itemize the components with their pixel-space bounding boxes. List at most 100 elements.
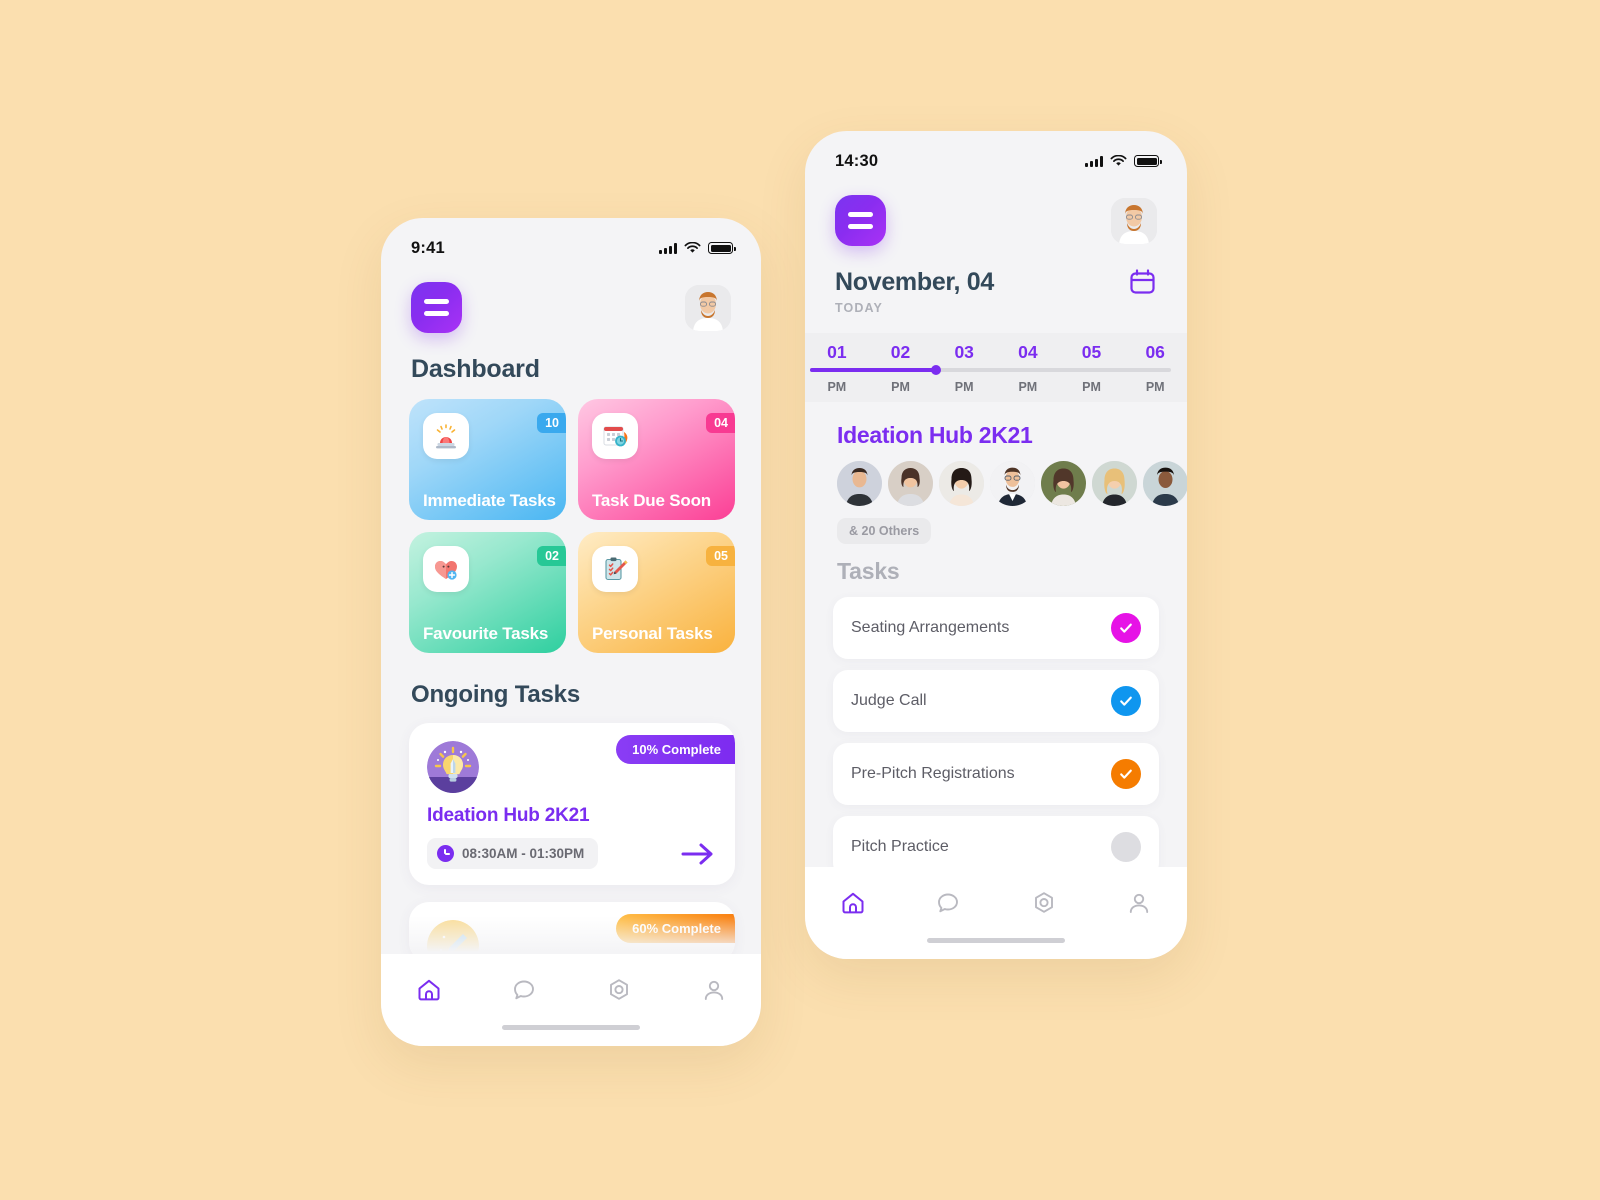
member-avatar[interactable] [888,461,933,506]
ongoing-tasks-list: 10% Complete Ideation Hub 2K21 08:30AM -… [381,709,761,963]
timeline-ampm: PM [954,380,974,394]
phone-right-project: 14:30 November, 04 TODAY 01 02 03 04 05 … [805,131,1187,959]
arrow-right-icon[interactable] [679,841,717,867]
ongoing-task-card[interactable]: 10% Complete Ideation Hub 2K21 08:30AM -… [409,723,735,886]
project-members-avatars [805,449,1187,506]
tab-profile[interactable] [1092,889,1188,917]
others-count-chip[interactable]: & 20 Others [837,518,932,544]
wifi-icon [684,242,701,253]
ongoing-tasks-title: Ongoing Tasks [411,681,580,708]
calendar-icon[interactable] [1128,268,1157,297]
member-avatar[interactable] [939,461,984,506]
avatar-illustration [939,461,984,506]
timeline-hour: 05 [1081,342,1102,362]
timeline-ampm: PM [1082,380,1101,394]
timeline-ampm: PM [1145,380,1165,394]
card-label: Personal Tasks [592,623,713,643]
timeline-ampm-row: PM PM PM PM PM PM [805,378,1187,394]
app-header [805,177,1187,246]
tab-chat[interactable] [901,889,997,917]
bottom-tab-bar [805,867,1187,959]
wifi-icon [1110,155,1127,166]
task-row[interactable]: Judge Call [833,670,1159,732]
timeline-ampm: PM [827,380,847,394]
date-subtitle: TODAY [835,301,883,315]
menu-logo-icon[interactable] [835,195,886,246]
member-avatar[interactable] [1143,461,1187,506]
category-cards-grid: 10 Immediate Tasks 04 Task Due Soon 02 F… [381,384,761,653]
check-icon [1120,623,1132,633]
timeline-slot: 06 [1123,342,1187,363]
card-immediate-tasks[interactable]: 10 Immediate Tasks [409,399,566,520]
person-icon [1130,893,1149,913]
battery-icon [1134,155,1162,167]
card-task-due-soon[interactable]: 04 Task Due Soon [578,399,735,520]
status-icons [1085,155,1162,167]
chat-bubble-icon [513,980,534,1000]
card-favourite-tasks[interactable]: 02 Favourite Tasks [409,532,566,653]
home-indicator [927,938,1065,943]
card-count-badge: 04 [706,413,735,433]
timeline-ampm: PM [891,380,910,394]
tab-chat[interactable] [476,976,571,1004]
task-label: Pre-Pitch Registrations [851,765,1015,782]
tab-home[interactable] [805,889,901,917]
user-avatar[interactable] [685,284,731,331]
battery-icon [708,242,736,254]
menu-logo-icon[interactable] [411,282,462,333]
member-avatar[interactable] [990,461,1035,506]
tab-settings[interactable] [996,889,1092,917]
member-avatar[interactable] [1092,461,1137,506]
signal-bars-icon [1085,155,1103,167]
app-header [381,264,761,333]
check-icon [1120,696,1132,706]
avatar-illustration [990,461,1035,506]
task-row[interactable]: Pre-Pitch Registrations [833,743,1159,805]
ongoing-task-footer: 08:30AM - 01:30PM [427,838,717,870]
tasks-heading: Tasks [837,558,900,584]
date-text-group: November, 04 TODAY [835,268,994,315]
hour-timeline[interactable]: 01 02 03 04 05 06 PM PM PM PM PM PM [805,333,1187,402]
project-title: Ideation Hub 2K21 [837,422,1033,448]
user-avatar[interactable] [1111,197,1157,244]
timeline-slider-thumb[interactable] [931,365,942,375]
page-title: Dashboard [411,355,540,383]
member-avatar[interactable] [1041,461,1086,506]
member-avatar[interactable] [837,461,882,506]
card-label: Favourite Tasks [423,623,549,643]
time-range-text: 08:30AM - 01:30PM [462,846,585,862]
card-personal-tasks[interactable]: 05 Personal Tasks [578,532,735,653]
tab-profile[interactable] [666,976,761,1004]
hexagon-gear-icon [609,979,628,1000]
heart-plus-icon [423,546,469,592]
status-time: 9:41 [411,238,445,257]
bottom-tab-bar [381,954,761,1046]
avatar-illustration [837,461,882,506]
avatar-illustration [1143,461,1187,506]
timeline-slider-fill [810,368,937,372]
avatar-illustration [1111,197,1157,244]
task-check-toggle[interactable] [1111,759,1141,789]
timeline-slider-track[interactable] [810,365,1171,375]
timeline-slot: 01 [805,342,869,363]
progress-badge: 10% Complete [616,735,735,764]
task-check-toggle[interactable] [1111,832,1141,862]
task-check-toggle[interactable] [1111,613,1141,643]
person-icon [704,980,723,1000]
tab-home[interactable] [381,976,476,1004]
card-label: Task Due Soon [592,490,711,510]
status-bar: 9:41 [381,218,761,264]
task-row[interactable]: Seating Arrangements [833,597,1159,659]
timeline-hour: 06 [1145,342,1165,362]
avatar-illustration [1041,461,1086,506]
task-check-toggle[interactable] [1111,686,1141,716]
task-list: Seating Arrangements Judge Call Pre-Pitc… [805,585,1187,878]
tab-settings[interactable] [571,976,666,1004]
date-header: November, 04 TODAY [805,246,1187,315]
timeline-hour: 04 [1018,342,1038,362]
home-indicator [502,1025,640,1030]
timeline-hour: 01 [827,342,847,362]
card-count-badge: 10 [537,413,566,433]
card-count-badge: 02 [537,546,566,566]
task-label: Judge Call [851,692,927,709]
